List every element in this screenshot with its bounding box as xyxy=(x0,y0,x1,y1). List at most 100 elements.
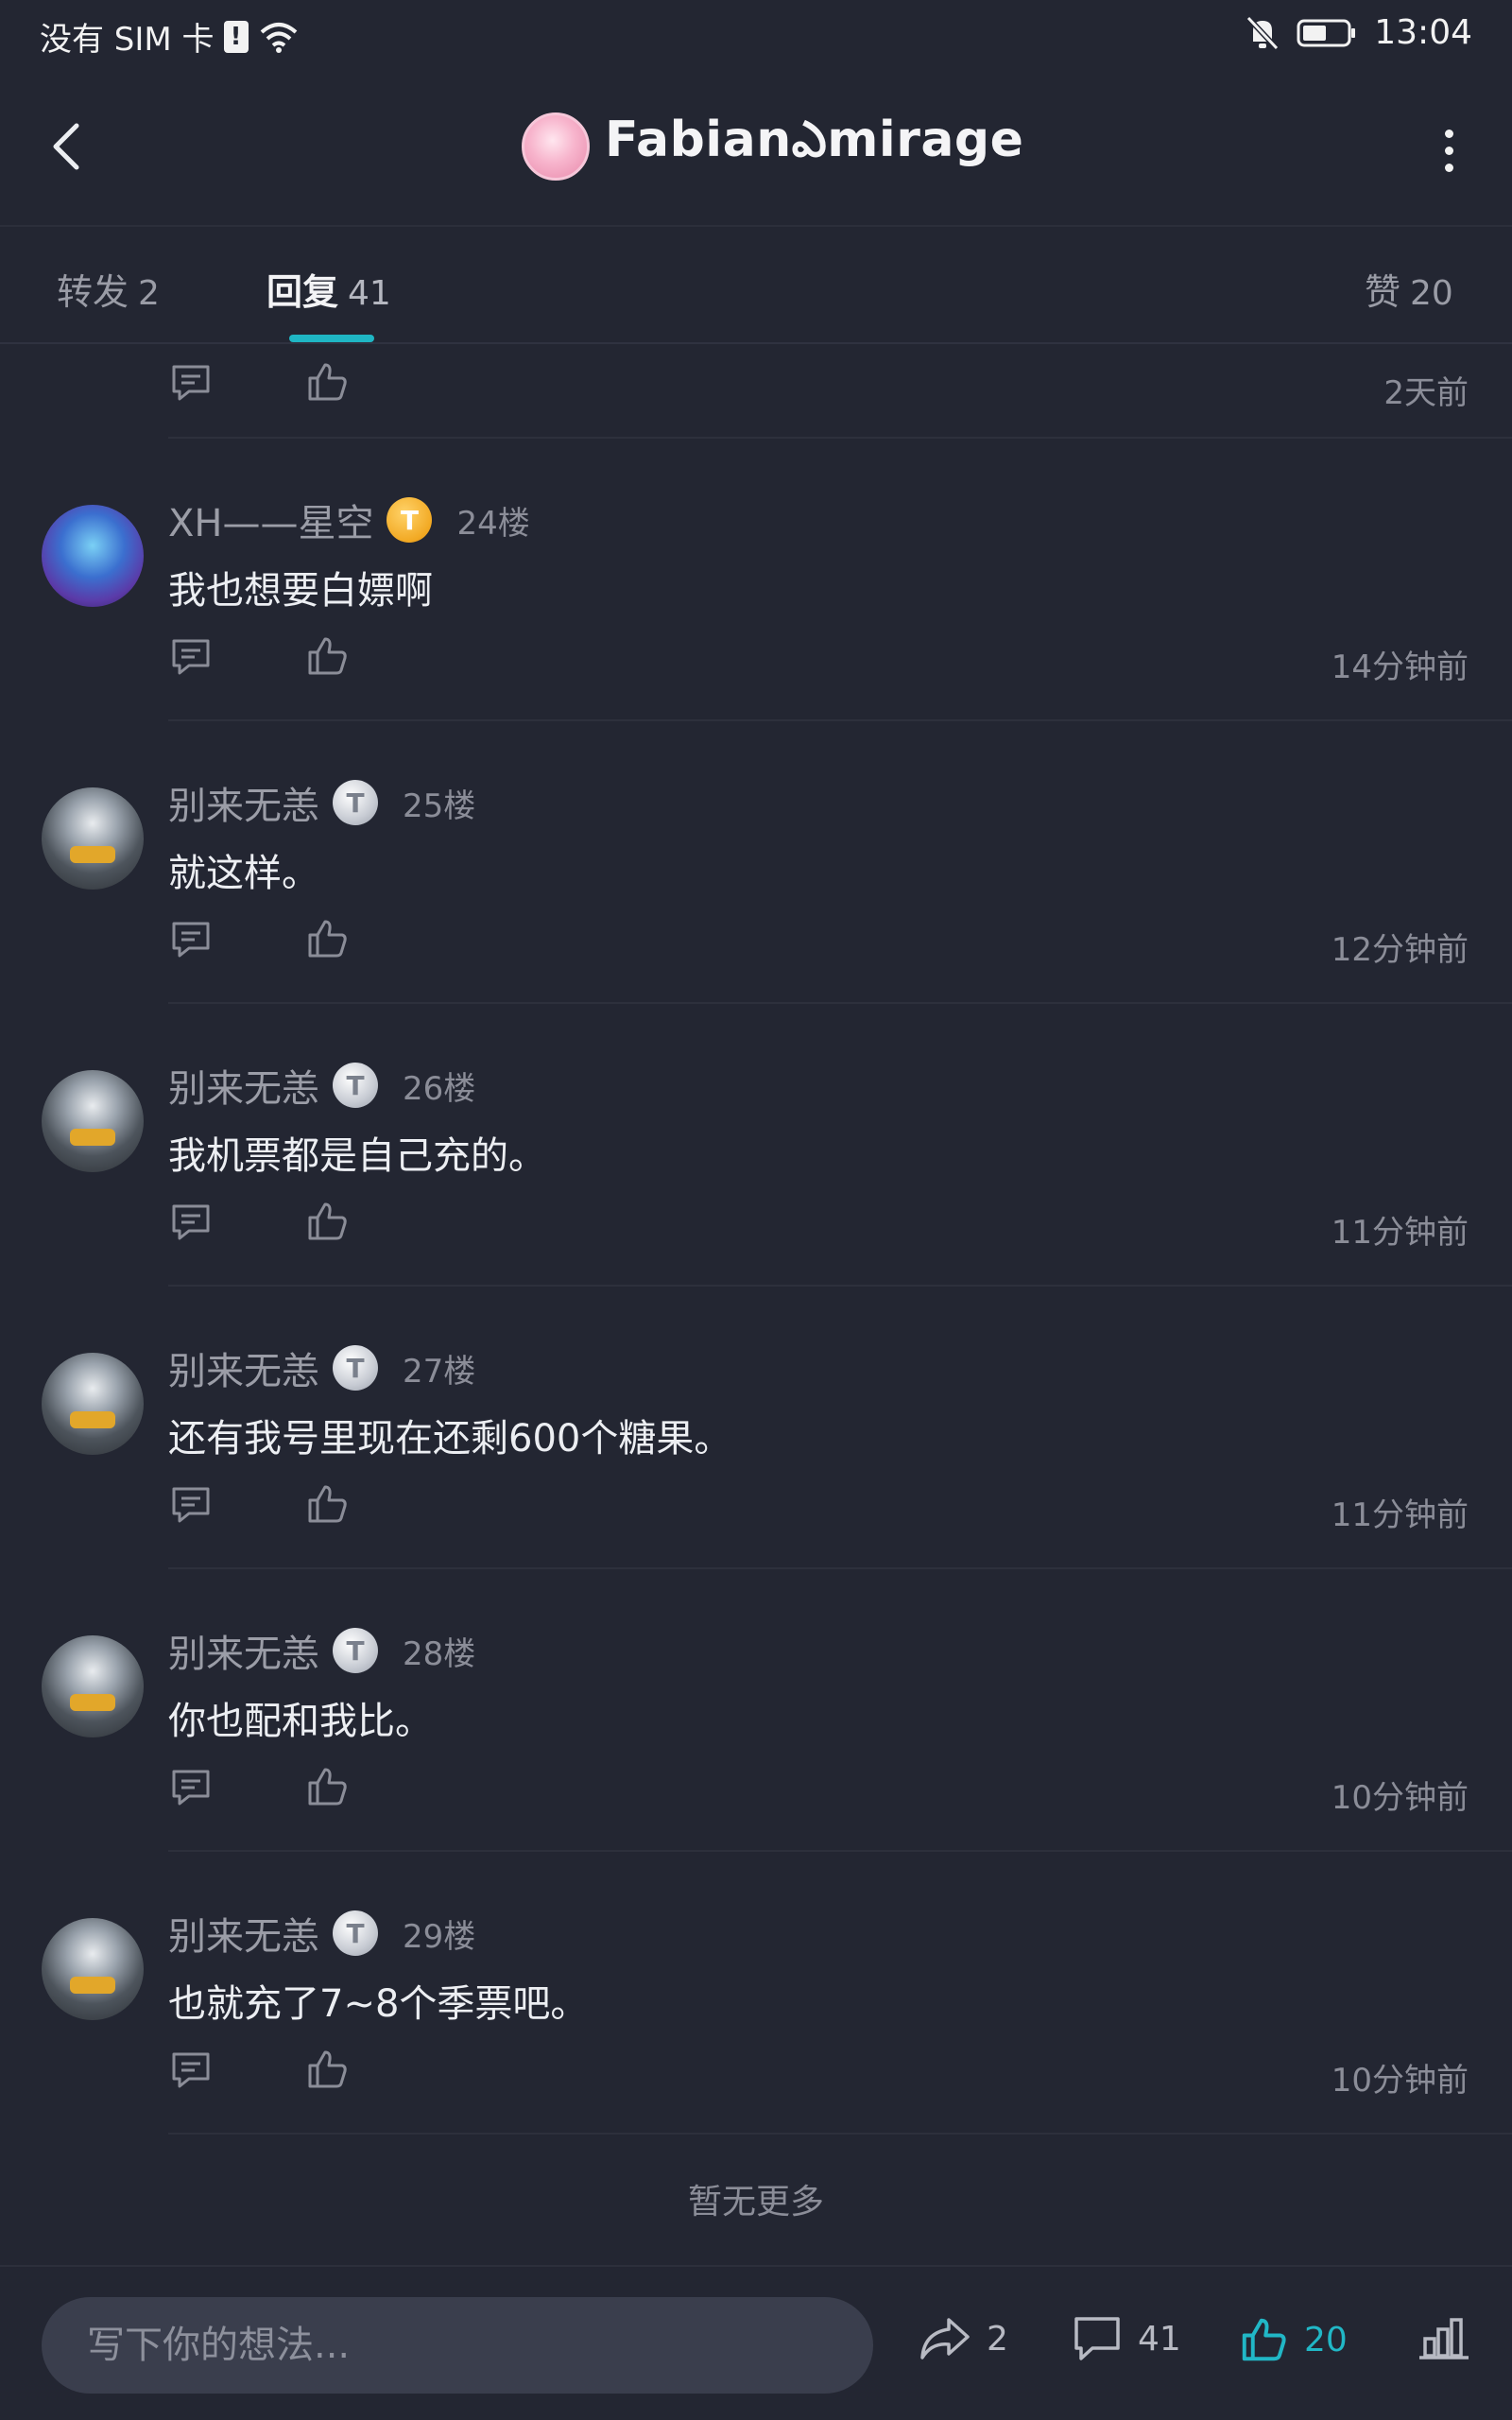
comment-header: 别来无恙 T 25楼 xyxy=(168,775,475,830)
end-of-list-text: 暂无更多 xyxy=(687,2183,824,2221)
comment-icon[interactable] xyxy=(168,916,214,961)
mute-bell-icon xyxy=(1246,15,1280,50)
comment-list: 2天前 XH——星空 T 24楼 我也想要白嫖啊 14分钟前 别来无恙 T 25… xyxy=(0,344,1512,2135)
comment-time: 12分钟前 xyxy=(1331,931,1469,969)
clock: 13:04 xyxy=(1374,13,1472,52)
thumb-up-icon[interactable] xyxy=(304,359,350,405)
thumb-up-icon[interactable] xyxy=(304,2047,350,2092)
comment-icon[interactable] xyxy=(168,359,214,405)
comment-input-wrapper[interactable] xyxy=(42,2297,873,2394)
comment-actions xyxy=(168,359,350,405)
comment-text: 我机票都是自己充的。 xyxy=(168,1134,546,1178)
level-badge: T xyxy=(387,497,433,543)
comment-actions xyxy=(168,1481,350,1527)
level-badge: T xyxy=(333,1063,378,1108)
username[interactable]: 别来无恙 xyxy=(168,775,319,830)
more-vertical-icon xyxy=(1444,163,1453,172)
tab-likes[interactable]: 赞 20 xyxy=(1365,263,1453,315)
comment-actions xyxy=(168,1764,350,1809)
forward-count: 2 xyxy=(987,2319,1008,2359)
comment-time: 10分钟前 xyxy=(1331,2062,1469,2100)
username[interactable]: 别来无恙 xyxy=(168,1906,319,1961)
list-item: 别来无恙 T 29楼 也就充了7~8个季票吧。 10分钟前 xyxy=(0,1852,1512,2135)
title-wrap: Fabianఎmirage xyxy=(522,112,1023,181)
comment-icon[interactable] xyxy=(168,1481,214,1527)
username[interactable]: 别来无恙 xyxy=(168,1058,319,1113)
comment-text: 还有我号里现在还剩600个糖果。 xyxy=(168,1417,732,1461)
avatar[interactable] xyxy=(42,787,144,890)
list-item: XH——星空 T 24楼 我也想要白嫖啊 14分钟前 xyxy=(0,439,1512,721)
tab-label: 赞 xyxy=(1365,271,1401,313)
avatar[interactable] xyxy=(42,1918,144,2020)
comment-icon[interactable] xyxy=(168,1199,214,1244)
list-item: 别来无恙 T 27楼 还有我号里现在还剩600个糖果。 11分钟前 xyxy=(0,1287,1512,1569)
thumb-up-icon xyxy=(1242,2318,1286,2361)
comment-button[interactable]: 41 xyxy=(1072,2314,1181,2363)
like-count: 20 xyxy=(1304,2320,1348,2360)
list-item: 2天前 xyxy=(0,344,1512,439)
thumb-up-icon[interactable] xyxy=(304,916,350,961)
avatar[interactable] xyxy=(42,505,144,607)
comment-input[interactable] xyxy=(87,2324,824,2367)
thumb-up-icon[interactable] xyxy=(304,633,350,679)
comment-count: 41 xyxy=(1138,2319,1181,2359)
back-button[interactable] xyxy=(34,113,100,180)
tab-count: 20 xyxy=(1410,274,1453,313)
tab-reply[interactable]: 回复 41 xyxy=(266,263,391,315)
comment-time: 11分钟前 xyxy=(1331,1214,1469,1252)
comment-actions xyxy=(168,1199,350,1244)
thumb-up-icon[interactable] xyxy=(304,1481,350,1527)
comment-text: 也就充了7~8个季票吧。 xyxy=(168,1982,589,2026)
comment-header: 别来无恙 T 29楼 xyxy=(168,1906,475,1961)
username[interactable]: XH——星空 xyxy=(168,493,373,547)
stats-button[interactable] xyxy=(1418,2314,1470,2363)
comment-actions xyxy=(168,916,350,961)
share-icon xyxy=(920,2318,970,2360)
tabs: 转发 2 回复 41 赞 20 xyxy=(0,229,1512,344)
level-badge: T xyxy=(333,1628,378,1673)
level-badge: T xyxy=(333,780,378,825)
floor-number: 24楼 xyxy=(456,504,530,543)
comment-icon[interactable] xyxy=(168,2047,214,2092)
thumb-up-icon[interactable] xyxy=(304,1199,350,1244)
page-title: Fabianఎmirage xyxy=(605,112,1024,168)
thumb-up-icon[interactable] xyxy=(304,1764,350,1809)
tab-active-indicator xyxy=(289,335,374,342)
comment-actions xyxy=(168,2047,350,2092)
avatar[interactable] xyxy=(42,1635,144,1737)
comment-time: 11分钟前 xyxy=(1331,1496,1469,1534)
tab-count: 41 xyxy=(348,274,391,313)
comment-time: 2天前 xyxy=(1383,374,1469,412)
sim-status: 没有 SIM 卡 xyxy=(40,21,215,59)
floor-number: 28楼 xyxy=(403,1634,476,1673)
floor-number: 27楼 xyxy=(403,1352,476,1391)
comment-time: 10分钟前 xyxy=(1331,1779,1469,1817)
header-avatar[interactable] xyxy=(522,112,590,181)
comment-time: 14分钟前 xyxy=(1331,648,1469,686)
like-button[interactable]: 20 xyxy=(1238,2314,1348,2365)
more-button[interactable] xyxy=(1425,117,1472,183)
forward-button[interactable]: 2 xyxy=(919,2314,1008,2363)
comment-header: 别来无恙 T 26楼 xyxy=(168,1058,476,1113)
comment-icon[interactable] xyxy=(168,1764,214,1809)
comment-text: 就这样。 xyxy=(168,852,319,895)
username[interactable]: 别来无恙 xyxy=(168,1623,319,1678)
comment-header: XH——星空 T 24楼 xyxy=(168,493,530,547)
comment-header: 别来无恙 T 27楼 xyxy=(168,1340,476,1395)
divider xyxy=(168,2133,1512,2135)
avatar[interactable] xyxy=(42,1353,144,1455)
avatar[interactable] xyxy=(42,1070,144,1172)
status-right: 13:04 xyxy=(1246,13,1472,52)
back-arrow-icon xyxy=(53,123,79,170)
sim-alert-icon: ! xyxy=(223,20,249,53)
floor-number: 26楼 xyxy=(403,1069,476,1108)
comment-actions xyxy=(168,633,350,679)
username[interactable]: 别来无恙 xyxy=(168,1340,319,1395)
tab-forward[interactable]: 转发 2 xyxy=(57,263,160,315)
comment-text: 我也想要白嫖啊 xyxy=(168,569,433,613)
bottom-bar: 2 41 20 xyxy=(0,2265,1512,2420)
header: Fabianఎmirage xyxy=(0,85,1512,227)
tab-label: 回复 xyxy=(266,271,339,313)
comment-icon[interactable] xyxy=(168,633,214,679)
tab-count: 2 xyxy=(138,274,160,313)
